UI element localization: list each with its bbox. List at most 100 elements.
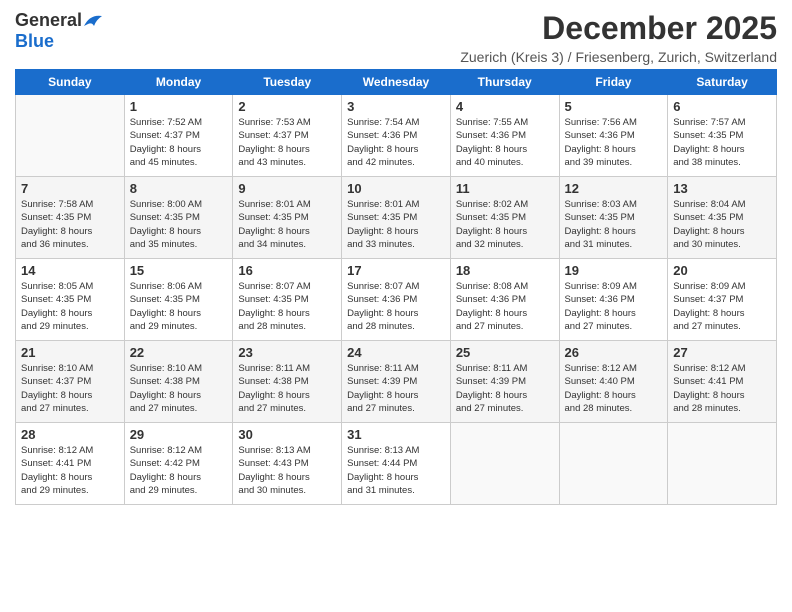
col-thursday: Thursday (450, 70, 559, 95)
day-info: Sunrise: 8:08 AM Sunset: 4:36 PM Dayligh… (456, 280, 554, 333)
day-info: Sunrise: 7:53 AM Sunset: 4:37 PM Dayligh… (238, 116, 336, 169)
day-info: Sunrise: 8:03 AM Sunset: 4:35 PM Dayligh… (565, 198, 663, 251)
logo-blue-text: Blue (15, 31, 54, 51)
day-info: Sunrise: 7:54 AM Sunset: 4:36 PM Dayligh… (347, 116, 445, 169)
calendar-cell: 21 Sunrise: 8:10 AM Sunset: 4:37 PM Dayli… (16, 341, 125, 423)
day-info: Sunrise: 7:55 AM Sunset: 4:36 PM Dayligh… (456, 116, 554, 169)
day-number: 10 (347, 181, 445, 196)
calendar-cell: 22 Sunrise: 8:10 AM Sunset: 4:38 PM Dayli… (124, 341, 233, 423)
calendar-cell (16, 95, 125, 177)
col-saturday: Saturday (668, 70, 777, 95)
day-number: 8 (130, 181, 228, 196)
calendar-week-row-1: 7 Sunrise: 7:58 AM Sunset: 4:35 PM Daylig… (16, 177, 777, 259)
main-title: December 2025 (104, 10, 777, 47)
day-info: Sunrise: 8:11 AM Sunset: 4:38 PM Dayligh… (238, 362, 336, 415)
calendar-cell: 8Sunrise: 8:00 AM Sunset: 4:35 PM Daylig… (124, 177, 233, 259)
page: General Blue December 2025 Zuerich (Krei… (0, 0, 792, 612)
day-info: Sunrise: 8:11 AM Sunset: 4:39 PM Dayligh… (347, 362, 445, 415)
col-friday: Friday (559, 70, 668, 95)
calendar-cell: 29Sunrise: 8:12 AM Sunset: 4:42 PM Dayli… (124, 423, 233, 505)
day-number: 26 (565, 345, 663, 360)
calendar-table: Sunday Monday Tuesday Wednesday Thursday… (15, 69, 777, 505)
subtitle: Zuerich (Kreis 3) / Friesenberg, Zurich,… (104, 49, 777, 65)
calendar-cell: 12Sunrise: 8:03 AM Sunset: 4:35 PM Dayli… (559, 177, 668, 259)
calendar-cell: 9Sunrise: 8:01 AM Sunset: 4:35 PM Daylig… (233, 177, 342, 259)
calendar-cell: 27Sunrise: 8:12 AM Sunset: 4:41 PM Dayli… (668, 341, 777, 423)
calendar-cell: 16Sunrise: 8:07 AM Sunset: 4:35 PM Dayli… (233, 259, 342, 341)
calendar-cell: 13Sunrise: 8:04 AM Sunset: 4:35 PM Dayli… (668, 177, 777, 259)
calendar-cell (450, 423, 559, 505)
day-info: Sunrise: 8:07 AM Sunset: 4:35 PM Dayligh… (238, 280, 336, 333)
col-sunday: Sunday (16, 70, 125, 95)
calendar-cell: 18Sunrise: 8:08 AM Sunset: 4:36 PM Dayli… (450, 259, 559, 341)
calendar-cell: 31 Sunrise: 8:13 AM Sunset: 4:44 PM Dayli… (342, 423, 451, 505)
day-number: 5 (565, 99, 663, 114)
calendar-cell: 24 Sunrise: 8:11 AM Sunset: 4:39 PM Dayli… (342, 341, 451, 423)
day-info: Sunrise: 8:07 AM Sunset: 4:36 PM Dayligh… (347, 280, 445, 333)
day-info: Sunrise: 8:12 AM Sunset: 4:42 PM Dayligh… (130, 444, 228, 497)
calendar-cell: 25 Sunrise: 8:11 AM Sunset: 4:39 PM Dayli… (450, 341, 559, 423)
day-number: 6 (673, 99, 771, 114)
day-number: 25 (456, 345, 554, 360)
day-number: 17 (347, 263, 445, 278)
calendar-cell: 2 Sunrise: 7:53 AM Sunset: 4:37 PM Daylig… (233, 95, 342, 177)
day-info: Sunrise: 8:02 AM Sunset: 4:35 PM Dayligh… (456, 198, 554, 251)
calendar-cell: 3Sunrise: 7:54 AM Sunset: 4:36 PM Daylig… (342, 95, 451, 177)
day-number: 30 (238, 427, 336, 442)
calendar-cell: 23 Sunrise: 8:11 AM Sunset: 4:38 PM Dayli… (233, 341, 342, 423)
day-info: Sunrise: 7:56 AM Sunset: 4:36 PM Dayligh… (565, 116, 663, 169)
day-info: Sunrise: 7:57 AM Sunset: 4:35 PM Dayligh… (673, 116, 771, 169)
calendar-cell: 11 Sunrise: 8:02 AM Sunset: 4:35 PM Dayli… (450, 177, 559, 259)
col-wednesday: Wednesday (342, 70, 451, 95)
calendar-week-row-4: 28 Sunrise: 8:12 AM Sunset: 4:41 PM Dayli… (16, 423, 777, 505)
calendar-cell: 6 Sunrise: 7:57 AM Sunset: 4:35 PM Daylig… (668, 95, 777, 177)
day-info: Sunrise: 8:10 AM Sunset: 4:38 PM Dayligh… (130, 362, 228, 415)
calendar-cell: 4 Sunrise: 7:55 AM Sunset: 4:36 PM Daylig… (450, 95, 559, 177)
header: General Blue December 2025 Zuerich (Krei… (15, 10, 777, 65)
logo-bird-icon (82, 12, 104, 30)
day-info: Sunrise: 8:12 AM Sunset: 4:41 PM Dayligh… (21, 444, 119, 497)
day-info: Sunrise: 7:58 AM Sunset: 4:35 PM Dayligh… (21, 198, 119, 251)
day-number: 21 (21, 345, 119, 360)
day-number: 28 (21, 427, 119, 442)
calendar-week-row-2: 14 Sunrise: 8:05 AM Sunset: 4:35 PM Dayli… (16, 259, 777, 341)
calendar-cell: 7 Sunrise: 7:58 AM Sunset: 4:35 PM Daylig… (16, 177, 125, 259)
calendar-cell: 19 Sunrise: 8:09 AM Sunset: 4:36 PM Dayli… (559, 259, 668, 341)
calendar-cell: 26 Sunrise: 8:12 AM Sunset: 4:40 PM Dayli… (559, 341, 668, 423)
calendar-week-row-0: 1Sunrise: 7:52 AM Sunset: 4:37 PM Daylig… (16, 95, 777, 177)
calendar-cell (559, 423, 668, 505)
calendar-cell: 15Sunrise: 8:06 AM Sunset: 4:35 PM Dayli… (124, 259, 233, 341)
day-number: 19 (565, 263, 663, 278)
day-info: Sunrise: 8:13 AM Sunset: 4:44 PM Dayligh… (347, 444, 445, 497)
day-number: 7 (21, 181, 119, 196)
day-number: 31 (347, 427, 445, 442)
calendar-header-row: Sunday Monday Tuesday Wednesday Thursday… (16, 70, 777, 95)
day-number: 2 (238, 99, 336, 114)
day-number: 22 (130, 345, 228, 360)
day-number: 4 (456, 99, 554, 114)
day-info: Sunrise: 8:12 AM Sunset: 4:40 PM Dayligh… (565, 362, 663, 415)
day-info: Sunrise: 8:05 AM Sunset: 4:35 PM Dayligh… (21, 280, 119, 333)
day-number: 15 (130, 263, 228, 278)
day-number: 13 (673, 181, 771, 196)
calendar-cell: 28 Sunrise: 8:12 AM Sunset: 4:41 PM Dayli… (16, 423, 125, 505)
calendar-cell: 30 Sunrise: 8:13 AM Sunset: 4:43 PM Dayli… (233, 423, 342, 505)
day-number: 23 (238, 345, 336, 360)
title-block: December 2025 Zuerich (Kreis 3) / Friese… (104, 10, 777, 65)
logo-general-text: General (15, 10, 82, 31)
day-info: Sunrise: 7:52 AM Sunset: 4:37 PM Dayligh… (130, 116, 228, 169)
calendar-cell: 14 Sunrise: 8:05 AM Sunset: 4:35 PM Dayli… (16, 259, 125, 341)
day-info: Sunrise: 8:01 AM Sunset: 4:35 PM Dayligh… (347, 198, 445, 251)
day-info: Sunrise: 8:09 AM Sunset: 4:36 PM Dayligh… (565, 280, 663, 333)
calendar-cell: 20Sunrise: 8:09 AM Sunset: 4:37 PM Dayli… (668, 259, 777, 341)
day-number: 11 (456, 181, 554, 196)
day-info: Sunrise: 8:09 AM Sunset: 4:37 PM Dayligh… (673, 280, 771, 333)
day-info: Sunrise: 8:13 AM Sunset: 4:43 PM Dayligh… (238, 444, 336, 497)
day-info: Sunrise: 8:11 AM Sunset: 4:39 PM Dayligh… (456, 362, 554, 415)
calendar-cell: 1Sunrise: 7:52 AM Sunset: 4:37 PM Daylig… (124, 95, 233, 177)
day-info: Sunrise: 8:10 AM Sunset: 4:37 PM Dayligh… (21, 362, 119, 415)
day-info: Sunrise: 8:12 AM Sunset: 4:41 PM Dayligh… (673, 362, 771, 415)
day-number: 24 (347, 345, 445, 360)
calendar-cell: 17 Sunrise: 8:07 AM Sunset: 4:36 PM Dayli… (342, 259, 451, 341)
day-number: 14 (21, 263, 119, 278)
